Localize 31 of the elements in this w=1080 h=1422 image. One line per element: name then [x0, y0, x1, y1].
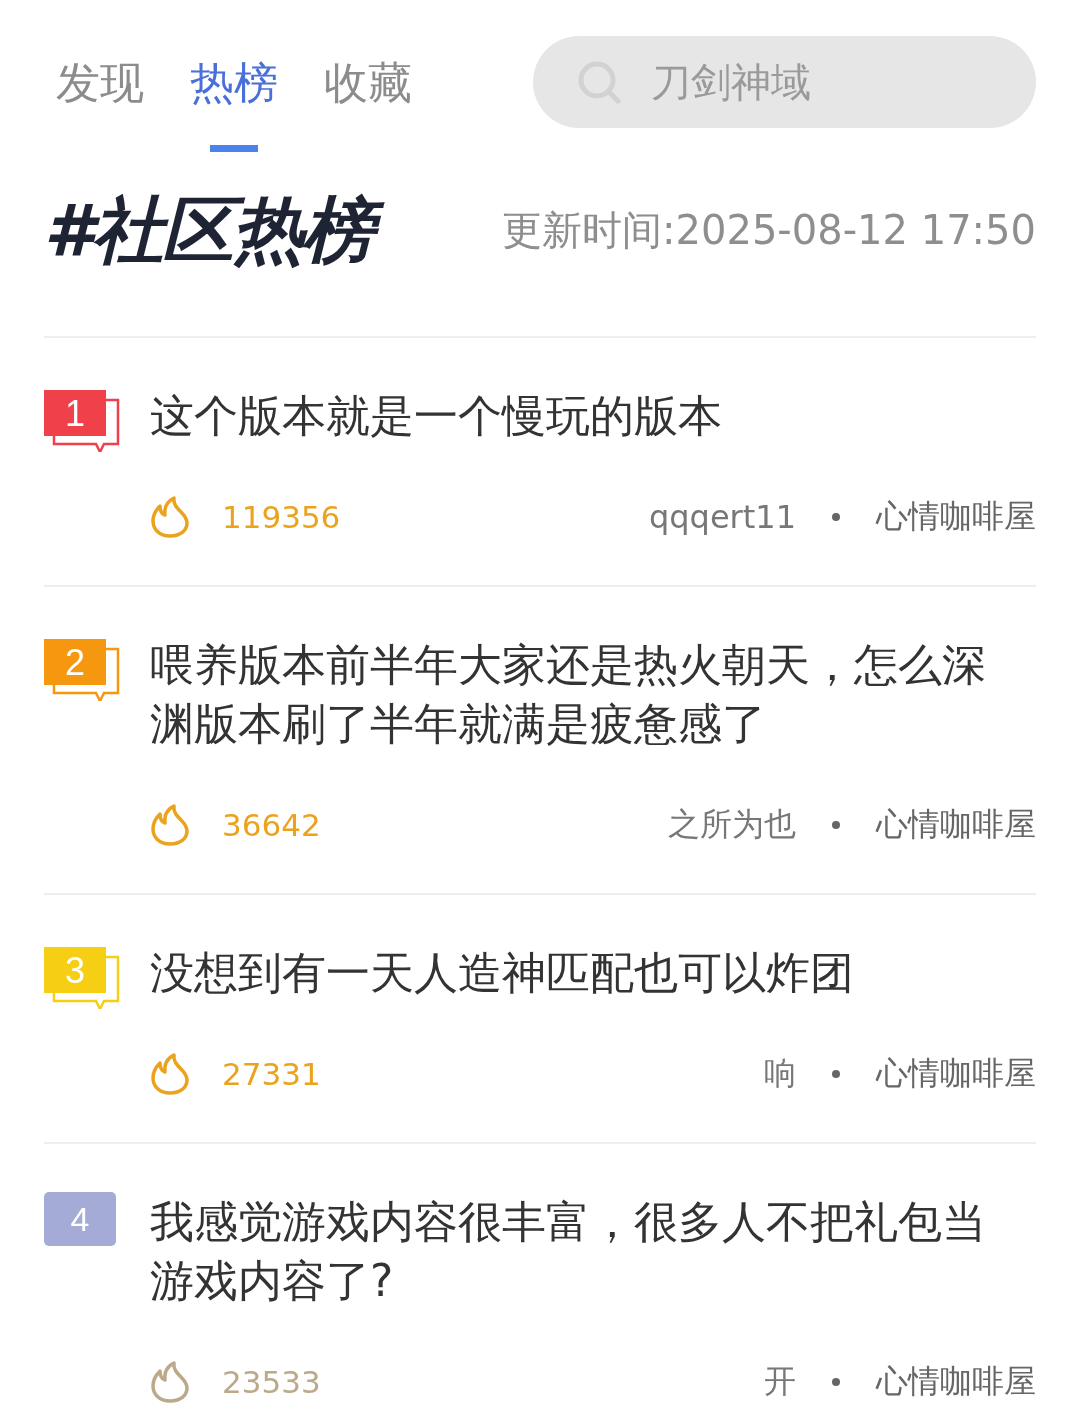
rank-badge: 4 — [44, 1192, 116, 1246]
post-title[interactable]: 没想到有一天人造神匹配也可以炸团 — [150, 943, 1036, 1002]
author-name[interactable]: 之所为也 — [668, 803, 796, 847]
author-name[interactable]: 响 — [764, 1052, 796, 1096]
flame-icon — [150, 1360, 190, 1404]
heat-count: 23533 — [222, 1364, 321, 1400]
page-title: #社区热榜 — [44, 177, 391, 283]
tab[interactable]: 热榜 — [178, 36, 290, 152]
separator-dot — [832, 1070, 840, 1078]
board-name[interactable]: 心情咖啡屋 — [876, 1360, 1036, 1404]
tab[interactable]: 发现 — [44, 36, 156, 152]
author-name[interactable]: qqqert11 — [648, 498, 796, 536]
separator-dot — [832, 821, 840, 829]
post-title[interactable]: 这个版本就是一个慢玩的版本 — [150, 386, 1036, 445]
separator-dot — [832, 513, 840, 521]
heat-count: 36642 — [222, 807, 321, 843]
board-name[interactable]: 心情咖啡屋 — [876, 803, 1036, 847]
board-name[interactable]: 心情咖啡屋 — [876, 1052, 1036, 1096]
post-title[interactable]: 喂养版本前半年大家还是热火朝天，怎么深渊版本刷了半年就满是疲惫感了 — [150, 635, 1036, 753]
board-name[interactable]: 心情咖啡屋 — [876, 495, 1036, 539]
heat-count: 119356 — [222, 499, 341, 535]
flame-icon — [150, 803, 190, 847]
separator-dot — [832, 1378, 840, 1386]
post-title[interactable]: 我感觉游戏内容很丰富，很多人不把礼包当游戏内容了? — [150, 1192, 1036, 1310]
flame-icon — [150, 495, 190, 539]
tab[interactable]: 收藏 — [312, 36, 424, 152]
author-name[interactable]: 开 — [764, 1360, 796, 1404]
flame-icon — [150, 1052, 190, 1096]
search-field[interactable]: 刀剑神域 — [533, 36, 1036, 128]
update-time: 更新时间:2025-08-12 17:50 — [502, 205, 1036, 255]
heat-count: 27331 — [222, 1056, 321, 1092]
